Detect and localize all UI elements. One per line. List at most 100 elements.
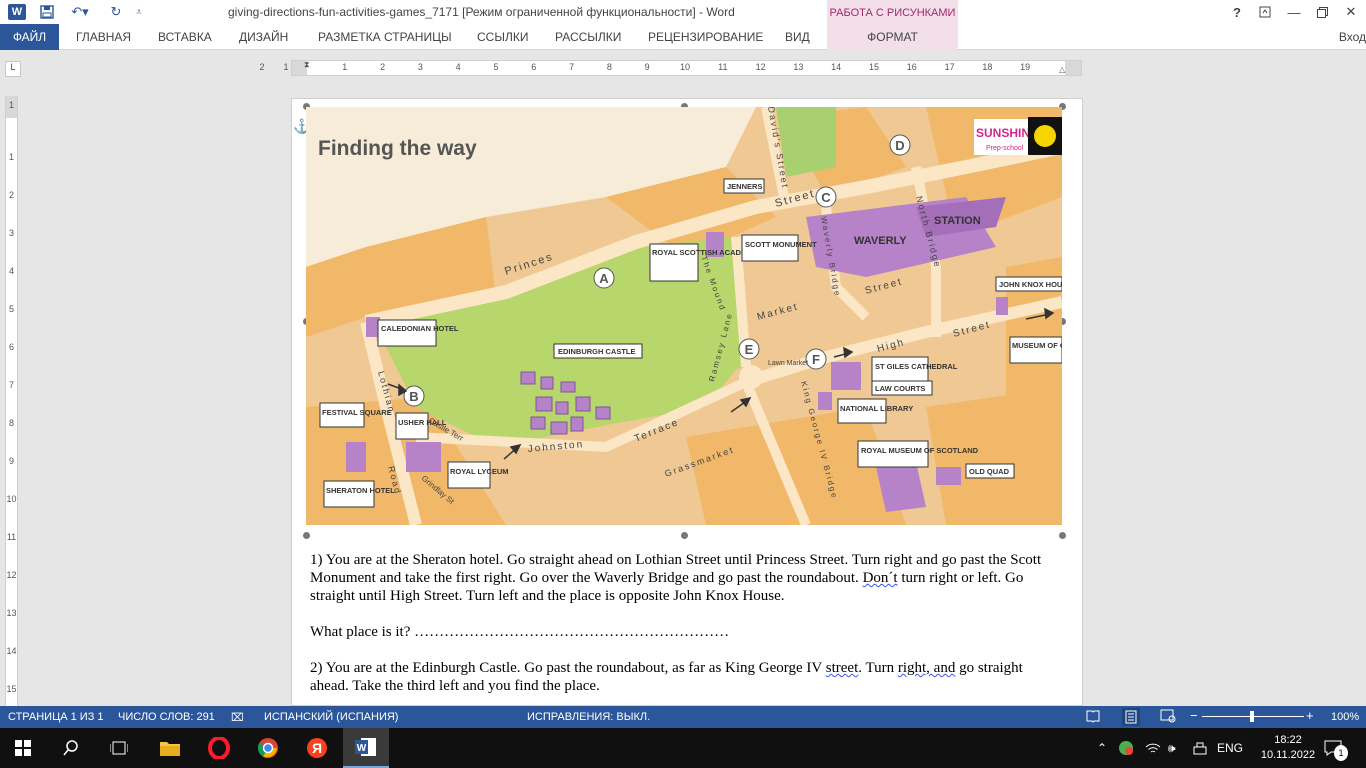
- ruler-area: L 2 1 1 2 3 4 5 6 7 8 9 10 11 12 13 14 15 16 17 18 19 ⧗ △: [0, 51, 1366, 87]
- document-title: giving-directions-fun-activities-games_7…: [228, 5, 735, 19]
- show-hidden-icons-icon[interactable]: ⌃: [1097, 728, 1107, 768]
- ruler-number: 8: [8, 418, 14, 428]
- ruler-number: 4: [8, 266, 14, 276]
- label-waverly: WAVERLY: [854, 235, 907, 247]
- zoom-in-button[interactable]: +: [1306, 708, 1314, 723]
- label-edinburgh-castle: EDINBURGH CASTLE: [558, 347, 636, 356]
- tab-references[interactable]: ССЫЛКИ: [477, 24, 528, 50]
- paragraph-2-text-mid: . Turn: [858, 660, 895, 676]
- document-page[interactable]: ⚓ Finding the way SUNSHINE Prep-school A…: [291, 98, 1083, 706]
- ruler-number: 2: [8, 190, 14, 200]
- chrome-icon[interactable]: [245, 728, 291, 768]
- tab-mailings[interactable]: РАССЫЛКИ: [555, 24, 621, 50]
- tab-view[interactable]: ВИД: [785, 24, 810, 50]
- word-app-icon[interactable]: W: [8, 4, 26, 20]
- ruler-number: 10: [6, 494, 17, 504]
- redo-icon[interactable]: ↻: [104, 0, 128, 24]
- ruler-number: 3: [417, 62, 423, 72]
- minimize-icon[interactable]: —: [1279, 0, 1309, 24]
- task-view-icon[interactable]: [96, 728, 142, 768]
- track-changes-status[interactable]: ИСПРАВЛЕНИЯ: ВЫКЛ.: [527, 711, 650, 723]
- usher-hall-building: [406, 442, 441, 472]
- resize-handle[interactable]: [1059, 532, 1066, 539]
- start-button[interactable]: [0, 728, 46, 768]
- tab-layout[interactable]: РАЗМЕТКА СТРАНИЦЫ: [318, 24, 452, 50]
- print-layout-icon[interactable]: [1122, 708, 1140, 726]
- web-layout-icon[interactable]: [1160, 709, 1176, 726]
- document-body[interactable]: 1) You are at the Sheraton hotel. Go str…: [310, 551, 1065, 695]
- app-tray-icon[interactable]: [1118, 728, 1134, 768]
- file-explorer-icon[interactable]: [147, 728, 193, 768]
- zoom-out-button[interactable]: −: [1190, 708, 1198, 723]
- zoom-level[interactable]: 100%: [1331, 711, 1359, 723]
- ruler-number: 12: [6, 570, 17, 580]
- yandex-browser-icon[interactable]: Я: [294, 728, 340, 768]
- input-language[interactable]: ENG: [1217, 728, 1243, 768]
- ruler-number: 18: [982, 62, 993, 72]
- tab-home[interactable]: ГЛАВНАЯ: [76, 24, 131, 50]
- customize-qat-icon[interactable]: ⩡: [130, 0, 148, 24]
- ruler-number: 3: [8, 228, 14, 238]
- close-icon[interactable]: ✕: [1336, 0, 1366, 24]
- vertical-ruler[interactable]: 1 1 2 3 4 5 6 7 8 9 10 11 12 13 14 15: [5, 96, 18, 706]
- tab-insert[interactable]: ВСТАВКА: [158, 24, 212, 50]
- point-e: E: [745, 342, 754, 357]
- map-image[interactable]: Finding the way SUNSHINE Prep-school A B…: [306, 107, 1062, 525]
- zoom-slider-thumb[interactable]: [1250, 711, 1254, 722]
- volume-icon[interactable]: 🕪: [1168, 728, 1176, 768]
- ruler-number: 1: [342, 62, 348, 72]
- resize-handle[interactable]: [681, 532, 688, 539]
- sign-in-link[interactable]: Вход: [1339, 30, 1366, 44]
- ruler-number: 5: [493, 62, 499, 72]
- undo-icon[interactable]: ↶▾: [64, 0, 96, 24]
- indent-marker-icon[interactable]: ⧗: [304, 60, 310, 70]
- ruler-number: 14: [6, 646, 17, 656]
- search-icon[interactable]: [48, 728, 94, 768]
- ribbon-display-options-icon[interactable]: [1250, 0, 1280, 24]
- ruler-number: 4: [455, 62, 461, 72]
- point-c: C: [821, 190, 831, 205]
- spelling-error-street[interactable]: street: [826, 660, 858, 676]
- tab-format[interactable]: ФОРМАТ: [827, 24, 958, 50]
- ruler-number: 1: [283, 62, 289, 72]
- svg-text:Я: Я: [312, 740, 322, 756]
- ruler-number: 12: [755, 62, 766, 72]
- word-count[interactable]: ЧИСЛО СЛОВ: 291: [118, 711, 215, 723]
- read-mode-icon[interactable]: [1086, 709, 1100, 726]
- ruler-number: 13: [793, 62, 804, 72]
- ruler-number: 13: [6, 608, 17, 618]
- language-indicator[interactable]: ИСПАНСКИЙ (ИСПАНИЯ): [264, 711, 398, 723]
- word-taskbar-icon[interactable]: W: [343, 728, 389, 768]
- opera-icon[interactable]: [196, 728, 242, 768]
- network-icon[interactable]: [1193, 728, 1207, 768]
- ruler-number: 15: [6, 684, 17, 694]
- right-indent-marker-icon[interactable]: △: [1059, 65, 1065, 74]
- tab-selector-button[interactable]: L: [5, 61, 21, 77]
- label-john-knox-house: JOHN KNOX HOU: [999, 280, 1062, 289]
- wifi-icon[interactable]: [1145, 728, 1161, 768]
- label-royal-lyceum: ROYAL LYCEUM: [450, 467, 509, 476]
- clock[interactable]: 18:22 10.11.2022: [1260, 728, 1316, 768]
- label-st-giles-cathedral: ST GILES CATHEDRAL: [875, 362, 958, 371]
- paragraph-1: 1) You are at the Sheraton hotel. Go str…: [310, 551, 1065, 605]
- horizontal-ruler[interactable]: 2 1 1 2 3 4 5 6 7 8 9 10 11 12 13 14 15 16 17 18 19 ⧗ △: [259, 60, 1082, 76]
- tab-file[interactable]: ФАЙЛ: [0, 24, 59, 50]
- page-count[interactable]: СТРАНИЦА 1 ИЗ 1: [8, 711, 104, 723]
- grammar-error-right-and[interactable]: right, and: [898, 660, 956, 676]
- restore-icon[interactable]: [1307, 0, 1337, 24]
- zoom-slider[interactable]: [1202, 711, 1304, 722]
- help-button[interactable]: ?: [1222, 0, 1252, 24]
- tab-review[interactable]: РЕЦЕНЗИРОВАНИЕ: [648, 24, 763, 50]
- ruler-number: 15: [868, 62, 879, 72]
- point-d: D: [895, 138, 904, 153]
- proofing-icon[interactable]: ⌧: [231, 711, 244, 724]
- ruler-number: 11: [6, 532, 17, 542]
- resize-handle[interactable]: [303, 532, 310, 539]
- save-icon[interactable]: [36, 0, 58, 24]
- title-bar: W ↶▾ ↻ ⩡ giving-directions-fun-activitie…: [0, 0, 1366, 26]
- label-sheraton-hotel: SHERATON HOTEL: [326, 486, 395, 495]
- ruler-number: 9: [8, 456, 14, 466]
- tab-design[interactable]: ДИЗАЙН: [239, 24, 288, 50]
- spelling-error-dont[interactable]: Don´t: [863, 570, 898, 586]
- ruler-number: 1: [8, 152, 14, 162]
